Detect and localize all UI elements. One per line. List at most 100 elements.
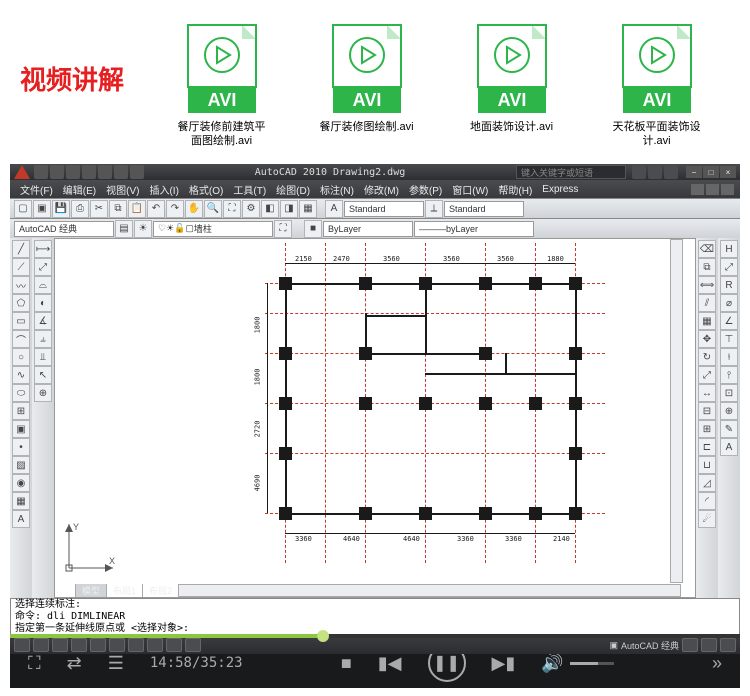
dimcont[interactable]: ⫯ [720, 366, 738, 384]
qp-toggle[interactable] [185, 638, 201, 652]
tool-button[interactable]: ◨ [280, 200, 298, 218]
favorites-button[interactable] [648, 165, 662, 179]
point-tool[interactable]: • [12, 438, 30, 456]
menu-window[interactable]: 窗口(W) [448, 182, 492, 197]
stretch-tool[interactable]: ↔ [698, 384, 716, 402]
insert-tool[interactable]: ⊞ [12, 402, 30, 420]
menu-view[interactable]: 视图(V) [102, 182, 143, 197]
dyn-toggle[interactable] [147, 638, 163, 652]
file-item[interactable]: AVI 餐厅装修图绘制.avi [319, 24, 414, 134]
dim-baseline[interactable]: ⫨ [34, 330, 52, 348]
paste-button[interactable]: 📋 [128, 200, 146, 218]
osnap-toggle[interactable] [90, 638, 106, 652]
drawing-canvas[interactable]: 2150 2470 3560 3560 3560 1880 1800 1800 … [54, 238, 696, 598]
xline-tool[interactable]: ⟋ [12, 258, 30, 276]
trim-tool[interactable]: ⊟ [698, 402, 716, 420]
dim-arc[interactable]: ⌓ [34, 276, 52, 294]
offset-tool[interactable]: ⫽ [698, 294, 716, 312]
mirror-tool[interactable]: ⟺ [698, 276, 716, 294]
menu-parametric[interactable]: 参数(P) [405, 182, 446, 197]
loop-icon[interactable]: ⇄ [67, 653, 82, 674]
menu-modify[interactable]: 修改(M) [360, 182, 403, 197]
fullscreen-icon[interactable]: ⛶ [28, 653, 41, 674]
polar-toggle[interactable] [71, 638, 87, 652]
dim-aligned[interactable]: ⤢ [34, 258, 52, 276]
infocenter-button[interactable] [632, 165, 646, 179]
menu-file[interactable]: 文件(F) [16, 182, 57, 197]
break-tool[interactable]: ⊏ [698, 438, 716, 456]
progress-knob[interactable] [317, 630, 329, 642]
close-button[interactable]: × [720, 166, 736, 178]
color-select[interactable]: ByLayer [323, 221, 413, 237]
dimtol[interactable]: ⊡ [720, 384, 738, 402]
layer-select[interactable]: ♡☀🔓▢ 墙柱 [153, 221, 273, 237]
circle-tool[interactable]: ○ [12, 348, 30, 366]
chamfer-tool[interactable]: ◿ [698, 474, 716, 492]
status-button[interactable] [720, 638, 736, 652]
text-style-select[interactable]: Standard [344, 201, 424, 217]
tool-button[interactable]: ▦ [299, 200, 317, 218]
menu-edit[interactable]: 编辑(E) [59, 182, 100, 197]
qat-button[interactable] [98, 165, 112, 179]
copy-button[interactable]: ⧉ [109, 200, 127, 218]
join-tool[interactable]: ⊔ [698, 456, 716, 474]
table-tool[interactable]: ▦ [12, 492, 30, 510]
qat-button[interactable] [82, 165, 96, 179]
tab-layout1[interactable]: 布局1 [107, 584, 143, 597]
minimize-button[interactable]: − [686, 166, 702, 178]
dim-center[interactable]: ⊕ [34, 384, 52, 402]
status-model[interactable]: ▣ [609, 640, 618, 651]
copy-tool[interactable]: ⧉ [698, 258, 716, 276]
qat-button[interactable] [66, 165, 80, 179]
collapse-icon[interactable]: » [712, 653, 722, 674]
file-item[interactable]: AVI 地面装饰设计.avi [464, 24, 559, 134]
new-button[interactable]: ▢ [14, 200, 32, 218]
dimrad[interactable]: R [720, 276, 738, 294]
status-button[interactable] [701, 638, 717, 652]
undo-button[interactable]: ↶ [147, 200, 165, 218]
region-tool[interactable]: ◉ [12, 474, 30, 492]
dim-radius[interactable]: ◐ [34, 294, 52, 312]
polygon-tool[interactable]: ⬠ [12, 294, 30, 312]
dimstyle[interactable]: A [720, 438, 738, 456]
lwt-toggle[interactable] [166, 638, 182, 652]
tool-button[interactable]: ⚙ [242, 200, 260, 218]
grid-toggle[interactable] [33, 638, 49, 652]
volume-slider[interactable] [570, 662, 614, 665]
dimalign[interactable]: ⤢ [720, 258, 738, 276]
cut-button[interactable]: ✂ [90, 200, 108, 218]
rotate-tool[interactable]: ↻ [698, 348, 716, 366]
dimdia[interactable]: ⌀ [720, 294, 738, 312]
tab-layout2[interactable]: 布局2 [143, 584, 179, 597]
dim-style-button[interactable]: ⟂ [425, 200, 443, 218]
dimctr[interactable]: ⊕ [720, 402, 738, 420]
hatch-tool[interactable]: ▨ [12, 456, 30, 474]
dim-continue[interactable]: ⫫ [34, 348, 52, 366]
stop-button[interactable]: ■ [341, 653, 352, 674]
status-button[interactable] [682, 638, 698, 652]
dimord[interactable]: ⊤ [720, 330, 738, 348]
dim-leader[interactable]: ↖ [34, 366, 52, 384]
text-style-button[interactable]: A [325, 200, 343, 218]
dim-angular[interactable]: ∡ [34, 312, 52, 330]
ducs-toggle[interactable] [128, 638, 144, 652]
menu-draw[interactable]: 绘图(D) [272, 182, 314, 197]
dimbase[interactable]: ⫮ [720, 348, 738, 366]
line-tool[interactable]: ╱ [12, 240, 30, 258]
menu-help[interactable]: 帮助(H) [494, 182, 536, 197]
open-button[interactable]: ▣ [33, 200, 51, 218]
explode-tool[interactable]: ☄ [698, 510, 716, 528]
block-tool[interactable]: ▣ [12, 420, 30, 438]
snap-toggle[interactable] [14, 638, 30, 652]
qat-button[interactable] [130, 165, 144, 179]
list-icon[interactable]: ☰ [108, 653, 124, 674]
linetype-select[interactable]: ——— byLayer [414, 221, 534, 237]
mdi-close[interactable] [721, 184, 734, 195]
file-item[interactable]: AVI 餐厅装修前建筑平面图绘制.avi [174, 24, 269, 148]
help-search-input[interactable]: 键入关键字或短语 [516, 165, 626, 179]
move-tool[interactable]: ✥ [698, 330, 716, 348]
prev-button[interactable]: ▮◀ [378, 653, 402, 674]
mdi-max[interactable] [706, 184, 719, 195]
erase-tool[interactable]: ⌫ [698, 240, 716, 258]
volume-icon[interactable]: 🔊 [541, 653, 563, 674]
